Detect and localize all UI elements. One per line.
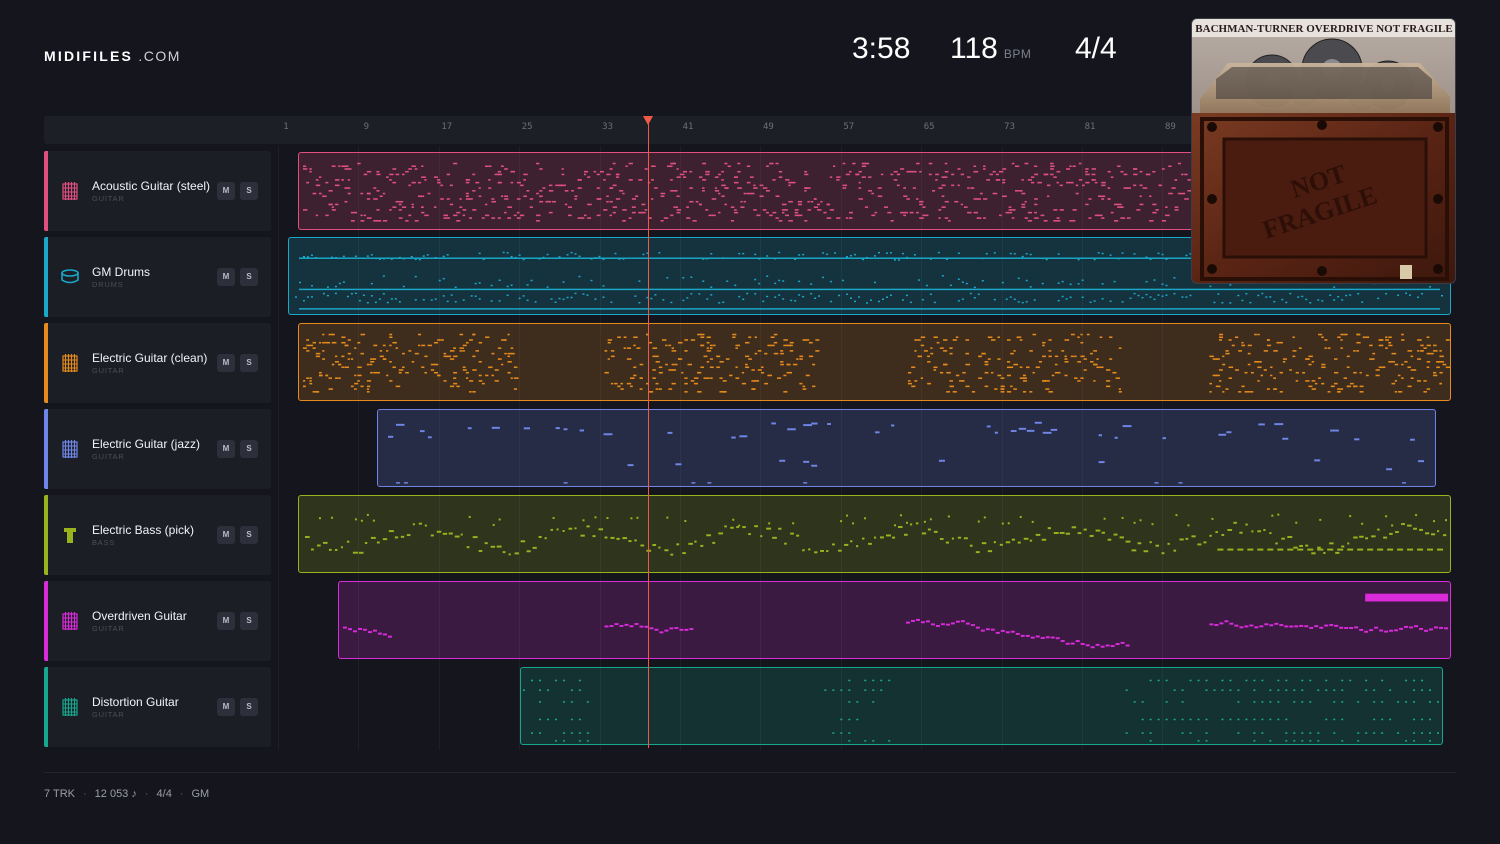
track-count: 7 TRK — [44, 788, 75, 800]
tempo-readout: 118 BPM — [950, 32, 1031, 66]
track-name: GM Drums — [92, 265, 150, 279]
footer-mode: GM — [191, 788, 210, 800]
track-head-electric-bass[interactable]: Electric Bass (pick) BASS M S — [44, 495, 271, 575]
solo-button[interactable]: S — [240, 182, 258, 200]
mute-button[interactable]: M — [217, 268, 235, 286]
guitar-icon — [62, 182, 78, 200]
ruler-tick-label: 25 — [521, 122, 533, 132]
solo-button[interactable]: S — [240, 698, 258, 716]
solo-button[interactable]: S — [240, 526, 258, 544]
playhead[interactable] — [648, 122, 649, 748]
drum-icon — [61, 269, 79, 284]
track-name: Distortion Guitar — [92, 695, 179, 709]
separator-dot: · — [179, 788, 184, 800]
track-color-bar — [44, 581, 48, 661]
guitar-icon — [62, 354, 78, 372]
ruler-tick-label: 17 — [441, 122, 453, 132]
ruler-tick-label: 33 — [602, 122, 614, 132]
note-pattern — [387, 421, 1425, 484]
solo-button[interactable]: S — [240, 354, 258, 372]
track-category: GUITAR — [92, 710, 125, 719]
mute-button[interactable]: M — [217, 354, 235, 372]
track-color-bar — [44, 323, 48, 403]
track-head-gm-drums[interactable]: GM Drums DRUMS M S — [44, 237, 271, 317]
duration-readout: 3:58 — [852, 32, 911, 65]
note-count: 12 053 ♪ — [94, 788, 137, 800]
meter-readout: 4/4 — [1075, 32, 1117, 65]
playhead-handle[interactable] — [643, 116, 653, 125]
separator-dot: · — [144, 788, 149, 800]
track-color-bar — [44, 237, 48, 317]
track-category: GUITAR — [92, 452, 125, 461]
album-header-text: BACHMAN-TURNER OVERDRIVE NOT FRAGILE — [1195, 23, 1452, 35]
track-head-acoustic-guitar[interactable]: Acoustic Guitar (steel) GUITAR M S — [44, 151, 271, 231]
guitar-icon — [62, 440, 78, 458]
track-color-bar — [44, 495, 48, 575]
ruler-tick-label: 41 — [682, 122, 694, 132]
track-category: DRUMS — [92, 280, 124, 289]
track-category: BASS — [92, 538, 116, 547]
bass-icon — [64, 528, 76, 543]
brand-logo: MIDIFILES .COM — [44, 48, 181, 64]
track-head-overdriven-guitar[interactable]: Overdriven Guitar GUITAR M S — [44, 581, 271, 661]
track-category: GUITAR — [92, 366, 125, 375]
mute-button[interactable]: M — [217, 440, 235, 458]
footer-summary: 7 TRK · 12 053 ♪ · 4/4 · GM — [44, 788, 209, 800]
track-color-bar — [44, 667, 48, 747]
note-pattern — [302, 333, 1450, 393]
note-pattern — [522, 679, 1440, 742]
midi-clip[interactable] — [298, 152, 1194, 230]
track-color-bar — [44, 409, 48, 489]
grid-line — [278, 146, 279, 750]
track-color-bar — [44, 151, 48, 231]
track-category: GUITAR — [92, 194, 125, 203]
tempo-value: 118 — [950, 32, 998, 65]
midi-clip[interactable] — [520, 667, 1443, 745]
album-artwork: BACHMAN-TURNER OVERDRIVE NOT FRAGILE NOT… — [1192, 19, 1455, 283]
guitar-icon — [62, 698, 78, 716]
footer-meter: 4/4 — [156, 788, 172, 800]
solo-button[interactable]: S — [240, 440, 258, 458]
note-pattern — [342, 593, 1449, 649]
ruler-tick-label: 49 — [762, 122, 774, 132]
brand-name: MIDIFILES — [44, 48, 134, 64]
ruler-tick-label: 65 — [923, 122, 935, 132]
ruler-tick-label: 81 — [1084, 122, 1096, 132]
mute-button[interactable]: M — [217, 698, 235, 716]
album-cover: BACHMAN-TURNER OVERDRIVE NOT FRAGILE NOT… — [1191, 18, 1456, 284]
guitar-icon — [62, 612, 78, 630]
footer-divider — [44, 772, 1456, 773]
ruler-tick-label: 9 — [363, 122, 370, 132]
mute-button[interactable]: M — [217, 612, 235, 630]
note-pattern — [302, 162, 1192, 222]
solo-button[interactable]: S — [240, 268, 258, 286]
track-name: Acoustic Guitar (steel) — [92, 179, 211, 193]
track-category: GUITAR — [92, 624, 125, 633]
midi-clip[interactable] — [338, 581, 1451, 659]
mute-button[interactable]: M — [217, 182, 235, 200]
track-name: Electric Guitar (jazz) — [92, 437, 201, 451]
midi-clip[interactable] — [298, 323, 1451, 401]
track-name: Overdriven Guitar — [92, 609, 187, 623]
ruler-tick-label: 73 — [1004, 122, 1016, 132]
mute-button[interactable]: M — [217, 526, 235, 544]
track-name: Electric Bass (pick) — [92, 523, 195, 537]
track-name: Electric Guitar (clean) — [92, 351, 208, 365]
tempo-unit: BPM — [1003, 47, 1032, 61]
track-head-electric-guitar-clean[interactable]: Electric Guitar (clean) GUITAR M S — [44, 323, 271, 403]
solo-button[interactable]: S — [240, 612, 258, 630]
ruler-tick-label: 1 — [283, 122, 289, 132]
midi-clip[interactable] — [298, 495, 1451, 573]
track-head-distortion-guitar[interactable]: Distortion Guitar GUITAR M S — [44, 667, 271, 747]
midi-clip[interactable] — [377, 409, 1436, 487]
separator-dot: · — [82, 788, 87, 800]
note-pattern — [304, 513, 1448, 556]
track-head-electric-guitar-jazz[interactable]: Electric Guitar (jazz) GUITAR M S — [44, 409, 271, 489]
ruler-tick-label: 89 — [1164, 122, 1176, 132]
ruler-tick-label: 57 — [843, 122, 855, 132]
brand-suffix: .COM — [138, 48, 181, 64]
